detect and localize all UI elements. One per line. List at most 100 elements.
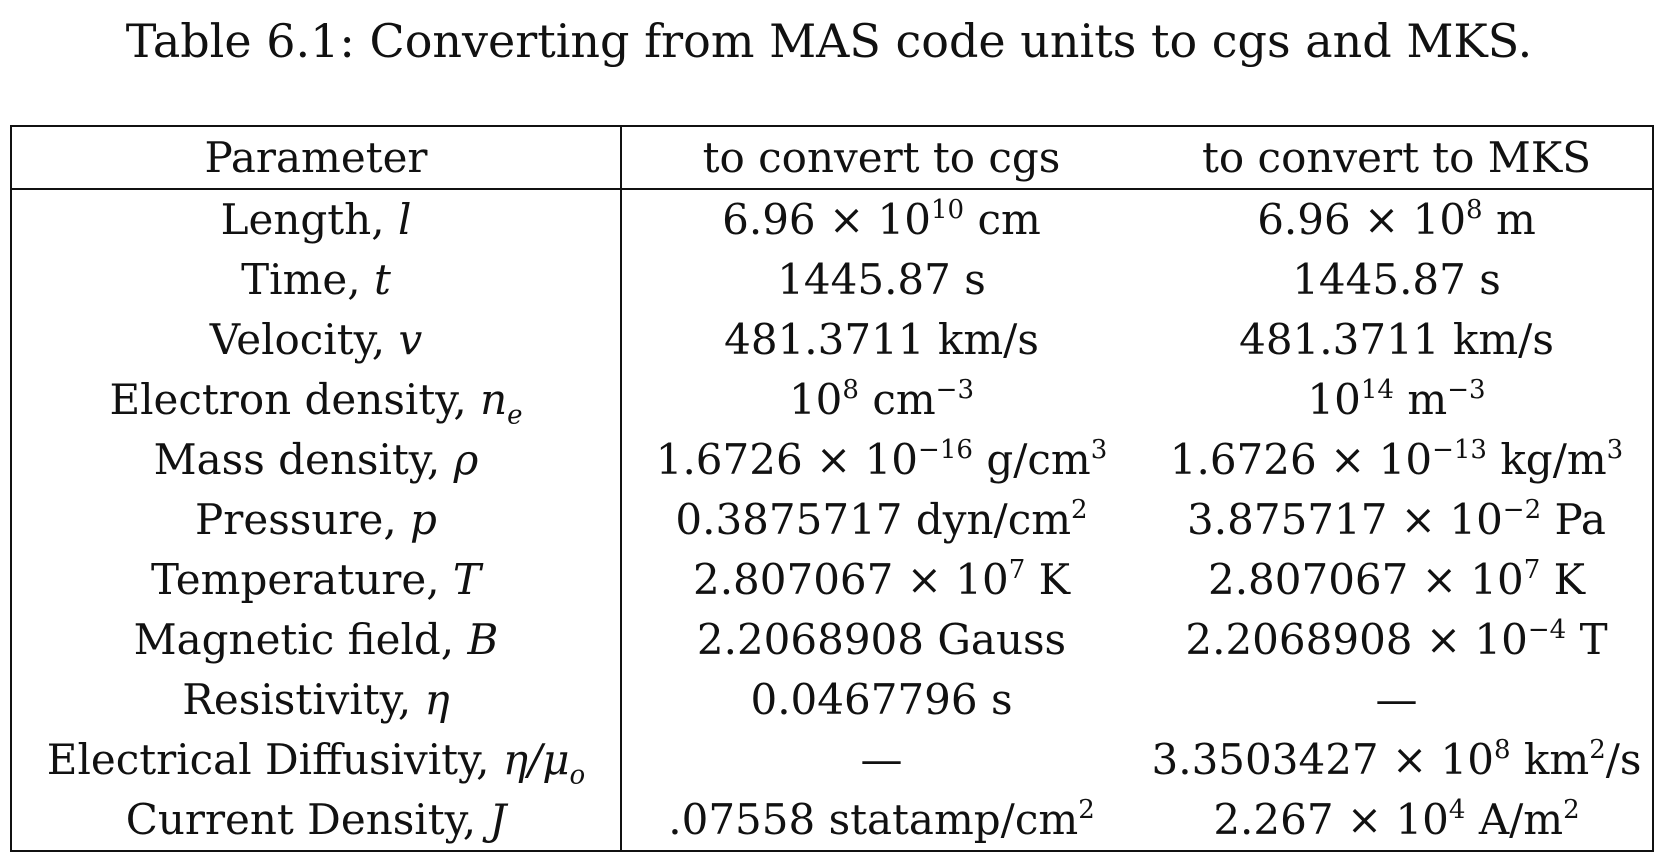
mks-value-cell: 1014 m−3	[1141, 370, 1653, 430]
parameter-name: Electron density,	[109, 375, 467, 424]
parameter-symbol: B	[467, 615, 499, 664]
parameter-cell: Resistivity, η	[11, 670, 622, 730]
value-mantissa: 2.807067 × 10	[692, 555, 1009, 604]
table-caption: Table 6.1: Converting from MAS code unit…	[125, 14, 1533, 68]
table-row: Temperature, T 2.807067 × 107 K 2.807067 ×…	[11, 550, 1653, 610]
value-unit: m	[1495, 195, 1536, 244]
value-exponent: −4	[1527, 614, 1567, 645]
value-mantissa: 1.6726 × 10	[655, 435, 919, 484]
value-unit: s	[990, 675, 1013, 724]
value-unit: T	[1579, 615, 1608, 664]
table-row: Current Density, J .07558 statamp/cm2 2.26…	[11, 790, 1653, 851]
unit-exponent: −3	[935, 374, 975, 405]
value-unit: g/cm	[986, 435, 1091, 484]
value-mantissa: 6.96 × 10	[722, 195, 931, 244]
value-mantissa: 2.267 × 10	[1213, 795, 1449, 844]
table-row: Time, t 1445.87 s 1445.87 s	[11, 250, 1653, 310]
parameter-symbol: l	[397, 195, 412, 244]
table-row: Length, l 6.96 × 1010 cm 6.96 × 108 m	[11, 189, 1653, 250]
cgs-value-cell: 1445.87 s	[621, 250, 1141, 310]
parameter-name: Electrical Diffusivity,	[46, 735, 490, 784]
value-mantissa: 3.875717 × 10	[1187, 495, 1503, 544]
value-unit: km	[1523, 735, 1590, 784]
value-exponent: 8	[1493, 734, 1511, 765]
value-mantissa: 0.0467796	[750, 675, 978, 724]
parameter-cell: Magnetic field, B	[11, 610, 622, 670]
value-exponent: 7	[1008, 554, 1026, 585]
unit-exponent: 2	[1589, 734, 1606, 765]
cgs-value-cell: —	[621, 730, 1141, 790]
value-exponent: 4	[1448, 794, 1466, 825]
value-mantissa: 1445.87	[1292, 255, 1466, 304]
value-exponent: −2	[1502, 494, 1542, 525]
value-unit: A/m	[1478, 795, 1564, 844]
value-mantissa: 6.96 × 10	[1257, 195, 1467, 244]
value-mantissa: 2.2068908	[696, 615, 924, 664]
value-mantissa: .07558	[668, 795, 816, 844]
cgs-value-cell: 2.2068908 Gauss	[621, 610, 1141, 670]
parameter-symbol: n	[480, 375, 508, 424]
parameter-name: Temperature,	[151, 555, 440, 604]
parameter-symbol: η/μ	[502, 735, 570, 784]
value-unit: s	[1479, 255, 1501, 304]
conversion-table: Parameter to convert to cgs to convert t…	[10, 125, 1654, 852]
value-mantissa: 481.3711	[1239, 315, 1440, 364]
parameter-name: Current Density,	[125, 795, 477, 844]
value-mantissa: 2.807067 × 10	[1207, 555, 1524, 604]
mks-value-cell: 6.96 × 108 m	[1141, 189, 1653, 250]
header-mks: to convert to MKS	[1141, 126, 1653, 190]
parameter-name: Velocity,	[209, 315, 386, 364]
parameter-symbol: p	[410, 495, 437, 544]
mks-value-cell: 3.3503427 × 108 km2/s	[1141, 730, 1653, 790]
parameter-name: Mass density,	[153, 435, 441, 484]
parameter-cell: Mass density, ρ	[11, 430, 622, 490]
table-row: Resistivity, η 0.0467796 s —	[11, 670, 1653, 730]
cgs-value-cell: 6.96 × 1010 cm	[621, 189, 1141, 250]
parameter-symbol: t	[373, 255, 391, 304]
unit-exponent: 3	[1606, 434, 1624, 465]
value-mantissa: 10	[788, 375, 843, 424]
table-row: Magnetic field, B 2.2068908 Gauss 2.206890…	[11, 610, 1653, 670]
unit-exponent: 2	[1078, 794, 1095, 825]
value-exponent: 7	[1523, 554, 1541, 585]
value-exponent: −16	[918, 434, 973, 465]
parameter-symbol: v	[398, 315, 423, 364]
value-unit: km/s	[937, 315, 1039, 364]
table-row: Mass density, ρ 1.6726 × 10−16 g/cm3 1.672…	[11, 430, 1653, 490]
parameter-cell: Temperature, T	[11, 550, 622, 610]
parameter-symbol: η	[424, 675, 450, 724]
value-mantissa: 3.3503427 × 10	[1151, 735, 1494, 784]
parameter-cell: Velocity, v	[11, 310, 622, 370]
value-unit: dyn/cm	[915, 495, 1072, 544]
unit-exponent: 2	[1563, 794, 1580, 825]
parameter-subscript: o	[569, 760, 586, 790]
mks-value-cell: 3.875717 × 10−2 Pa	[1141, 490, 1653, 550]
value-exponent: 8	[1466, 194, 1483, 225]
mks-value-cell: 2.807067 × 107 K	[1141, 550, 1653, 610]
value-unit: km/s	[1452, 315, 1554, 364]
value-unit: K	[1038, 555, 1071, 604]
parameter-cell: Pressure, p	[11, 490, 622, 550]
cgs-value-cell: 2.807067 × 107 K	[621, 550, 1141, 610]
value-mantissa: —	[860, 735, 903, 784]
value-unit: m	[1407, 375, 1448, 424]
parameter-cell: Current Density, J	[11, 790, 622, 851]
parameter-name: Pressure,	[195, 495, 397, 544]
parameter-cell: Time, t	[11, 250, 622, 310]
parameter-name: Resistivity,	[182, 675, 412, 724]
value-unit: s	[964, 255, 986, 304]
table-row: Electron density, ne 108 cm−3 1014 m−3	[11, 370, 1653, 430]
value-unit: Pa	[1554, 495, 1606, 544]
parameter-name: Magnetic field,	[133, 615, 455, 664]
parameter-name: Time,	[241, 255, 361, 304]
header-cgs: to convert to cgs	[621, 126, 1141, 190]
parameter-cell: Electrical Diffusivity, η/μo	[11, 730, 622, 790]
parameter-subscript: e	[507, 400, 523, 430]
cgs-value-cell: 1.6726 × 10−16 g/cm3	[621, 430, 1141, 490]
mks-value-cell: 481.3711 km/s	[1141, 310, 1653, 370]
header-row: Parameter to convert to cgs to convert t…	[11, 126, 1653, 190]
unit-exponent: −3	[1447, 374, 1486, 405]
cgs-value-cell: 0.3875717 dyn/cm2	[621, 490, 1141, 550]
mks-value-cell: 2.2068908 × 10−4 T	[1141, 610, 1653, 670]
header-parameter: Parameter	[11, 126, 622, 190]
